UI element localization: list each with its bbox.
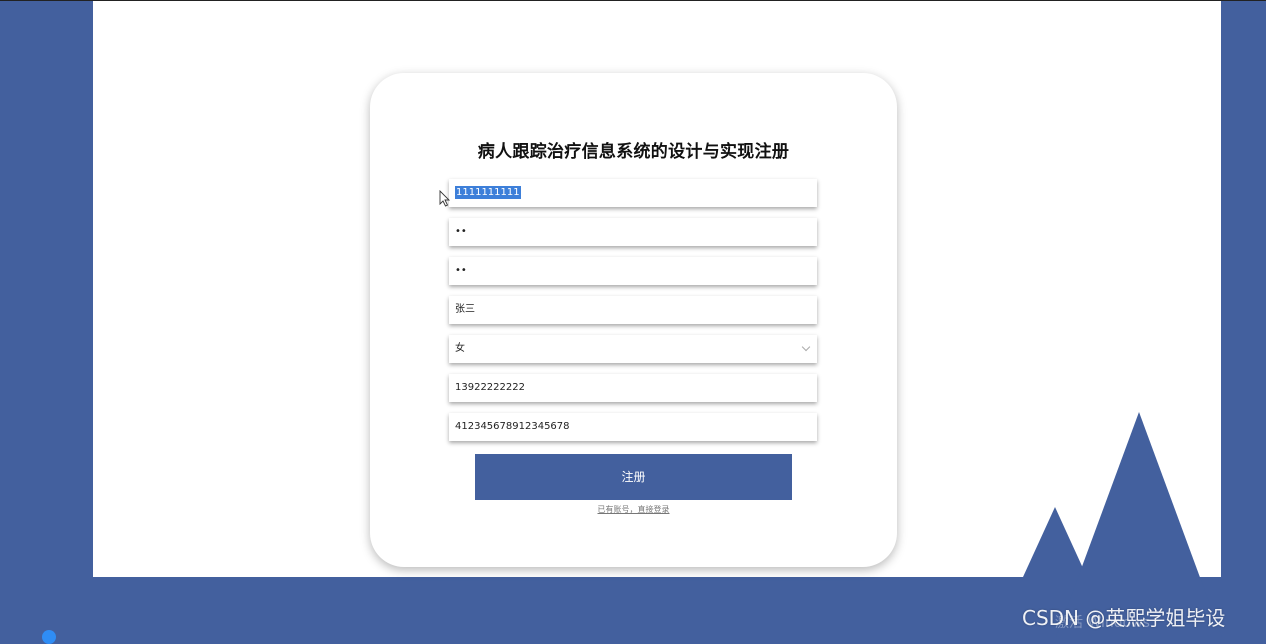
password-input-value: •• (455, 226, 467, 237)
register-card: 病人跟踪治疗信息系统的设计与实现注册 1111111111 •• •• 张三 女… (370, 73, 897, 567)
id-card-input-value: 412345678912345678 (455, 421, 570, 432)
mouse-cursor-icon (439, 190, 451, 207)
page-title: 病人跟踪治疗信息系统的设计与实现注册 (477, 142, 790, 162)
register-button[interactable]: 注册 (475, 454, 792, 500)
chevron-down-icon (801, 342, 811, 352)
phone-input-value: 13922222222 (455, 382, 525, 393)
account-input-value: 1111111111 (455, 186, 521, 199)
id-card-input[interactable]: 412345678912345678 (449, 413, 817, 441)
gender-select-value: 女 (455, 343, 465, 354)
gender-select[interactable]: 女 (449, 335, 817, 363)
login-link[interactable]: 已有账号，直接登录 (370, 504, 897, 515)
account-input[interactable]: 1111111111 (449, 179, 817, 207)
blue-dot-decoration (42, 630, 56, 644)
phone-input[interactable]: 13922222222 (449, 374, 817, 402)
confirm-password-input-value: •• (455, 265, 467, 276)
confirm-password-input[interactable]: •• (449, 257, 817, 285)
name-input[interactable]: 张三 (449, 296, 817, 324)
password-input[interactable]: •• (449, 218, 817, 246)
csdn-watermark: CSDN @英熙学姐毕设 (1022, 606, 1226, 630)
name-input-value: 张三 (455, 304, 475, 315)
